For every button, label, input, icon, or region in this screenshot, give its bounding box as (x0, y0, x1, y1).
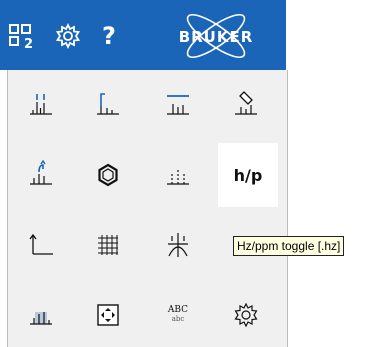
layout-2-icon[interactable]: 2 (6, 18, 46, 54)
spectrum-region-icon (30, 312, 52, 325)
fit-to-window-button[interactable] (78, 283, 138, 347)
help-button[interactable]: ? (94, 18, 124, 54)
contour-icon (168, 233, 188, 257)
grid-icon (98, 235, 118, 255)
text-annotation-icon: ABC abc (168, 306, 188, 324)
contour-button[interactable] (148, 213, 208, 277)
logo-text: BRUKER (178, 28, 254, 46)
eraser-spectrum-icon (235, 91, 257, 115)
phase-correction-button[interactable] (11, 143, 71, 207)
abc-lower: abc (171, 315, 185, 323)
integration-button[interactable] (78, 73, 138, 137)
settings-icon (234, 302, 258, 328)
settings-button[interactable] (216, 283, 276, 347)
molecule-icon (98, 163, 118, 187)
bruker-logo: BRUKER (150, 14, 282, 58)
eraser-button[interactable] (216, 73, 276, 137)
multiplet-icon (167, 170, 189, 185)
hz-ppm-toggle-icon: h/p (233, 165, 263, 185)
peak-picking-button[interactable] (11, 73, 71, 137)
grid-button[interactable] (78, 213, 138, 277)
tooltip: Hz/ppm toggle [.hz] (233, 236, 345, 256)
baseline-icon (167, 95, 189, 115)
top-toolbar: 2 ? BRUKER (0, 0, 286, 70)
tools-panel: h/p ABC abc (7, 70, 288, 347)
fit-to-window-icon (97, 304, 119, 326)
multiplet-button[interactable] (148, 143, 208, 207)
layout-badge: 2 (24, 37, 33, 51)
hz-ppm-toggle-button[interactable]: h/p (218, 143, 278, 207)
phase-correction-icon (30, 160, 52, 185)
integration-icon (97, 93, 119, 115)
baseline-button[interactable] (148, 73, 208, 137)
axis-button[interactable] (11, 213, 71, 277)
molecule-button[interactable] (78, 143, 138, 207)
abc-upper: ABC (167, 305, 189, 315)
spectrum-region-button[interactable] (11, 283, 71, 347)
axis-icon (29, 233, 53, 255)
peak-picking-icon (30, 94, 52, 115)
text-annotation-button[interactable]: ABC abc (148, 283, 208, 347)
gear-icon[interactable] (50, 18, 86, 54)
